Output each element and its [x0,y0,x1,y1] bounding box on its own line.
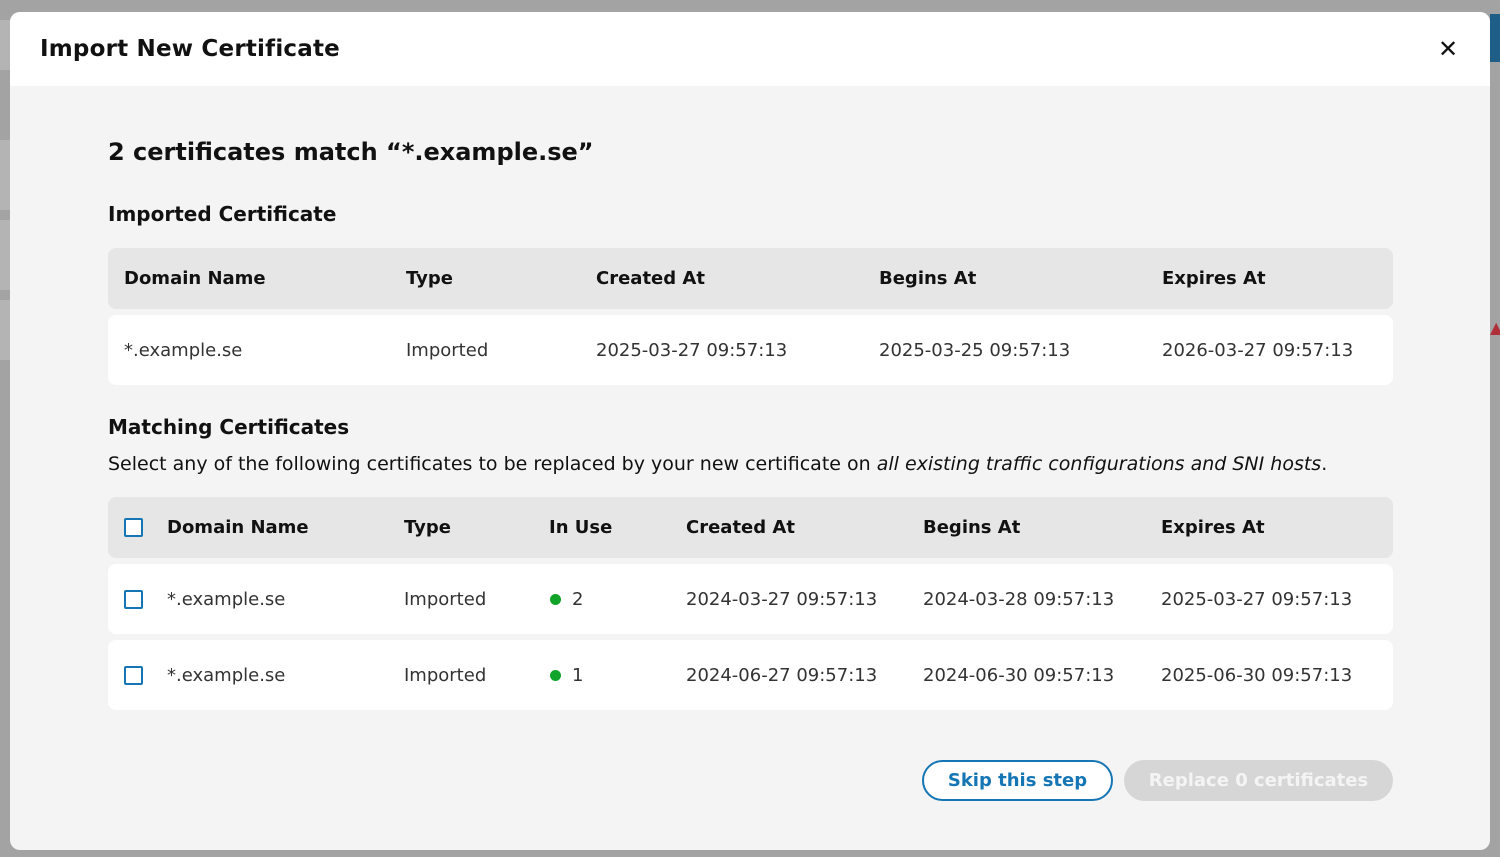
column-header-domain: Domain Name [167,517,309,538]
expires-cell: 2025-06-30 09:57:13 [1161,664,1353,686]
created-cell: 2025-03-27 09:57:13 [596,339,788,361]
in-use-cell: 1 [549,665,686,686]
background-button [1490,14,1500,62]
column-header-type: Type [406,268,453,289]
column-header-begins: Begins At [879,268,977,289]
column-header-type: Type [404,517,451,538]
match-heading: 2 certificates match “*.example.se” [108,138,594,166]
table-row: *.example.se Imported 2025-03-27 09:57:1… [108,315,1393,385]
table-header: Domain Name Type Created At Begins At Ex… [108,248,1393,309]
column-header-created: Created At [686,517,795,538]
row-check-cell [124,665,167,685]
modal-header: Import New Certificate ✕ [10,12,1490,86]
description-emphasis: all existing traffic configurations and … [876,453,1322,475]
row-checkbox[interactable] [124,589,143,609]
matching-description: Select any of the following certificates… [108,453,1392,475]
warning-icon: ▲ [1490,318,1500,337]
row-check-cell [124,589,167,609]
begins-cell: 2024-03-28 09:57:13 [923,588,1115,610]
table-row[interactable]: *.example.se Imported 2 2024-03-27 09:57… [108,564,1393,634]
created-cell: 2024-03-27 09:57:13 [686,588,878,610]
domain-cell: *.example.se [167,588,286,610]
select-all-cell [124,518,167,537]
select-all-checkbox[interactable] [124,518,143,537]
table-header: Domain Name Type In Use Created At Begin… [108,497,1393,558]
in-use-count: 1 [572,664,584,686]
row-checkbox[interactable] [124,665,143,685]
matching-certificates-title: Matching Certificates [108,415,350,439]
expires-cell: 2025-03-27 09:57:13 [1161,588,1353,610]
begins-cell: 2024-06-30 09:57:13 [923,664,1115,686]
background-panel [0,20,10,70]
description-suffix: . [1321,453,1328,475]
domain-cell: *.example.se [124,339,243,361]
column-header-begins: Begins At [923,517,1021,538]
import-certificate-modal: Import New Certificate ✕ 2 certificates … [10,12,1490,850]
expires-cell: 2026-03-27 09:57:13 [1162,339,1354,361]
type-cell: Imported [404,588,487,610]
imported-certificate-title: Imported Certificate [108,202,337,226]
type-cell: Imported [406,339,489,361]
description-text: Select any of the following certificates… [108,453,877,475]
domain-cell: *.example.se [167,664,286,686]
close-icon[interactable]: ✕ [1434,35,1462,63]
column-header-expires: Expires At [1161,517,1265,538]
type-cell: Imported [404,664,487,686]
in-use-count: 2 [572,588,584,610]
modal-footer: Skip this step Replace 0 certificates [922,760,1393,801]
in-use-cell: 2 [549,589,686,610]
status-dot-icon [550,593,561,605]
begins-cell: 2025-03-25 09:57:13 [879,339,1071,361]
column-header-expires: Expires At [1162,268,1266,289]
background-panel [0,140,10,210]
column-header-domain: Domain Name [124,268,266,289]
table-row[interactable]: *.example.se Imported 1 2024-06-27 09:57… [108,640,1393,710]
column-header-in-use: In Use [549,517,613,538]
background-panel [0,220,10,290]
status-dot-icon [550,669,561,681]
imported-certificate-table: Domain Name Type Created At Begins At Ex… [108,248,1393,385]
replace-certificates-button[interactable]: Replace 0 certificates [1124,760,1393,801]
skip-step-button[interactable]: Skip this step [922,760,1113,801]
created-cell: 2024-06-27 09:57:13 [686,664,878,686]
modal-title: Import New Certificate [40,36,340,62]
column-header-created: Created At [596,268,705,289]
modal-body: 2 certificates match “*.example.se” Impo… [10,86,1490,710]
matching-certificates-table: Domain Name Type In Use Created At Begin… [108,497,1393,710]
background-panel [0,300,10,360]
